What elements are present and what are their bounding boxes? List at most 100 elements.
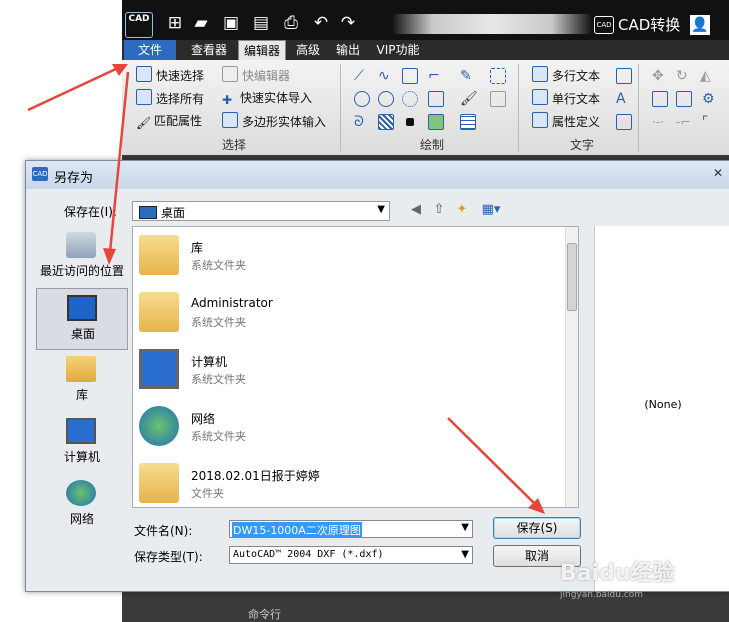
save-button[interactable]: 保存(S) [493, 517, 581, 539]
attribute-definition-button[interactable]: 属性定义 [532, 112, 600, 130]
back-icon[interactable]: ◀ [407, 201, 425, 219]
file-name: 库 [191, 241, 204, 255]
redo-icon[interactable]: ↷ [337, 12, 359, 34]
file-list[interactable]: 库 系统文件夹 Administrator 系统文件夹 计算机 系统文件夹 网络… [132, 226, 579, 508]
curve-icon[interactable]: ᘐ [354, 114, 370, 130]
scrollbar-thumb[interactable] [567, 243, 577, 311]
polygon-entity-input-label: 多边形实体输入 [242, 115, 327, 129]
select-group-label: 选择 [222, 138, 247, 152]
vertical-scrollbar[interactable] [565, 227, 578, 507]
list-item[interactable]: 库 系统文件夹 [133, 227, 563, 284]
stretch-icon[interactable] [676, 91, 692, 107]
menu-bar: 文件 查看器 编辑器 高级 输出 VIP功能 [122, 40, 729, 61]
spline-icon[interactable]: ∿ [378, 68, 394, 84]
polygon-entity-input-button[interactable]: 多边形实体输入 [222, 112, 326, 130]
trim-icon[interactable]: -⌐ [676, 114, 692, 130]
quick-select-button[interactable]: 快速选择 [136, 66, 204, 84]
select-all-button[interactable]: 选择所有 [136, 89, 204, 107]
region-icon[interactable] [490, 68, 506, 84]
hatch-icon[interactable] [378, 114, 394, 130]
computer-icon [139, 349, 179, 389]
print-icon[interactable]: ⎙ [280, 12, 302, 34]
properties-icon[interactable]: ⚙ [702, 91, 718, 107]
cad-convert-icon: CAD [594, 16, 614, 34]
menu-file[interactable]: 文件 [124, 40, 176, 60]
filename-label: 文件名(N): [134, 524, 193, 538]
menu-editor[interactable]: 编辑器 [238, 40, 286, 61]
user-icon[interactable]: 👤 [690, 15, 710, 35]
library-icon [66, 356, 96, 382]
circle-icon[interactable] [354, 91, 370, 107]
text-edit-icon[interactable] [616, 114, 632, 130]
quick-select-label: 快速选择 [156, 69, 205, 83]
recent-places-icon [66, 232, 96, 258]
image-icon[interactable] [428, 114, 444, 130]
save-as-icon[interactable]: ▤ [250, 12, 272, 34]
fillet-icon[interactable]: ⌜ [702, 114, 718, 130]
block-icon[interactable] [428, 91, 444, 107]
scale-icon[interactable] [652, 91, 668, 107]
filetype-label: 保存类型(T): [134, 550, 203, 564]
polyline-icon[interactable]: ⌐ [428, 68, 444, 84]
place-libraries[interactable]: 库 [36, 350, 128, 412]
rectangle-icon[interactable] [402, 68, 418, 84]
block-editor-label: 快编辑器 [242, 69, 291, 83]
place-network[interactable]: 网络 [36, 474, 128, 536]
break-icon[interactable]: ·-· [652, 114, 668, 130]
open-folder-icon[interactable]: ▰ [190, 12, 212, 34]
text-style-icon[interactable]: A [616, 91, 632, 107]
dialog-title: 另存为 [54, 171, 94, 186]
menu-viewer[interactable]: 查看器 [184, 40, 234, 60]
list-item[interactable]: Administrator 系统文件夹 [133, 284, 563, 341]
place-computer[interactable]: 计算机 [36, 412, 128, 474]
library-folder-icon [139, 235, 179, 275]
mirror-icon[interactable]: ◭ [700, 68, 716, 84]
undo-icon[interactable]: ↶ [310, 12, 332, 34]
attribute-definition-label: 属性定义 [552, 115, 601, 129]
text-number-icon[interactable] [616, 68, 632, 84]
close-icon[interactable]: ✕ [710, 165, 726, 181]
filetype-select[interactable]: AutoCAD™ 2004 DXF (*.dxf) ▼ [229, 546, 473, 564]
new-folder-icon[interactable]: ✦ [453, 201, 471, 219]
list-item[interactable]: 2018.02.01日报于婷婷 文件夹 [133, 455, 563, 507]
app-title: CAD转换 [618, 16, 681, 34]
menu-vip[interactable]: VIP功能 [372, 40, 424, 60]
place-desktop[interactable]: 桌面 [36, 288, 128, 350]
save-icon[interactable]: ▣ [220, 12, 242, 34]
brush-icon: 🖌 [136, 116, 152, 130]
list-item[interactable]: 计算机 系统文件夹 [133, 341, 563, 398]
view-menu-icon[interactable]: ▦▾ [478, 201, 504, 219]
quick-entity-import-button[interactable]: ✚ 快速实体导入 [222, 89, 312, 107]
table-icon[interactable] [460, 114, 476, 130]
rotate-icon[interactable]: ↻ [676, 68, 692, 84]
separator [340, 64, 341, 152]
copy-icon[interactable] [490, 91, 506, 107]
move-icon[interactable]: ✥ [652, 68, 668, 84]
pen-icon[interactable]: ✎ [460, 68, 476, 84]
single-line-text-button[interactable]: 单行文本 [532, 89, 600, 107]
place-recent[interactable]: 最近访问的位置 [36, 226, 128, 288]
block-editor-button[interactable]: 快编辑器 [222, 66, 290, 84]
menu-output[interactable]: 输出 [330, 40, 366, 60]
multiline-text-label: 多行文本 [552, 69, 601, 83]
list-item[interactable]: 网络 系统文件夹 [133, 398, 563, 455]
arc-icon[interactable] [402, 91, 418, 107]
match-properties-label: 匹配属性 [154, 114, 203, 128]
ellipse-icon[interactable] [378, 91, 394, 107]
line-icon[interactable]: ⟋ [354, 68, 370, 84]
menu-advanced[interactable]: 高级 [290, 40, 326, 60]
up-folder-icon[interactable]: ⇧ [430, 201, 448, 219]
multiline-text-button[interactable]: 多行文本 [532, 66, 600, 84]
place-label: 桌面 [70, 327, 95, 341]
location-select[interactable]: 桌面 ▼ [132, 201, 390, 221]
chevron-down-icon[interactable]: ▼ [461, 522, 469, 533]
file-name: 计算机 [191, 355, 228, 369]
folder-icon [139, 463, 179, 503]
brush-tool-icon[interactable]: 🖌 [460, 91, 478, 107]
filename-input[interactable]: DW15-1000A二次原理图 ▼ [229, 520, 473, 538]
new-icon[interactable]: ⊞ [164, 12, 186, 34]
point-icon[interactable] [406, 118, 414, 126]
match-properties-button[interactable]: 🖌 匹配属性 [136, 112, 202, 130]
polygon-icon [222, 112, 238, 128]
app-logo[interactable]: CAD [125, 12, 153, 38]
